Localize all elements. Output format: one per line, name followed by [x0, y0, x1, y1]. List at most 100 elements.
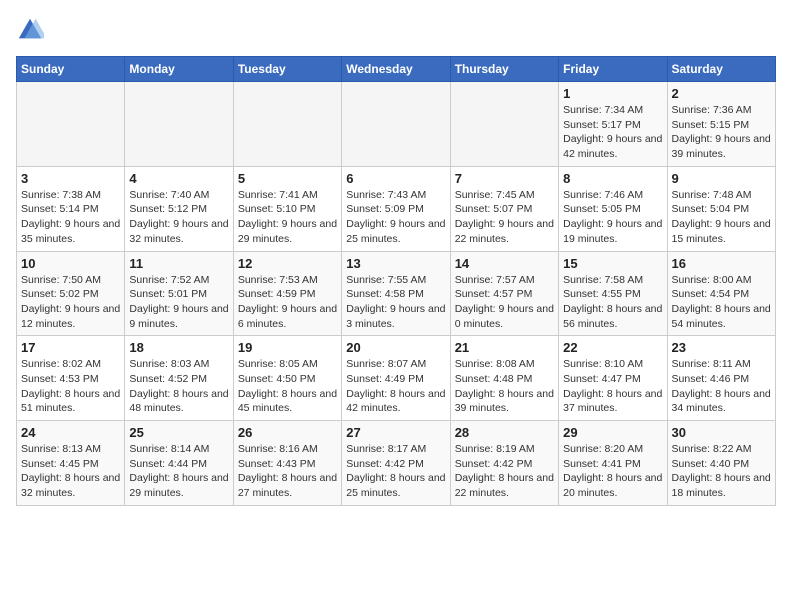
day-number: 17 — [21, 340, 120, 355]
day-number: 27 — [346, 425, 445, 440]
calendar-cell: 22 Sunrise: 8:10 AM Sunset: 4:47 PM Dayli… — [559, 336, 667, 421]
calendar-cell — [17, 82, 125, 167]
calendar-cell: 2 Sunrise: 7:36 AM Sunset: 5:15 PM Daylig… — [667, 82, 775, 167]
day-info: Sunrise: 7:38 AM Sunset: 5:14 PM Dayligh… — [21, 188, 120, 247]
day-number: 7 — [455, 171, 554, 186]
week-row-1: 1Sunrise: 7:34 AM Sunset: 5:17 PM Daylig… — [17, 82, 776, 167]
weekday-header-thursday: Thursday — [450, 57, 558, 82]
day-number: 20 — [346, 340, 445, 355]
day-number: 26 — [238, 425, 337, 440]
day-info: Sunrise: 7:55 AM Sunset: 4:58 PM Dayligh… — [346, 273, 445, 332]
calendar-cell: 29 Sunrise: 8:20 AM Sunset: 4:41 PM Dayli… — [559, 421, 667, 506]
day-info: Sunrise: 7:41 AM Sunset: 5:10 PM Dayligh… — [238, 188, 337, 247]
calendar-table: SundayMondayTuesdayWednesdayThursdayFrid… — [16, 56, 776, 506]
logo-icon — [16, 16, 44, 44]
day-info: Sunrise: 7:53 AM Sunset: 4:59 PM Dayligh… — [238, 273, 337, 332]
weekday-header-wednesday: Wednesday — [342, 57, 450, 82]
day-number: 28 — [455, 425, 554, 440]
day-info: Sunrise: 8:22 AM Sunset: 4:40 PM Dayligh… — [672, 442, 771, 501]
calendar-cell: 18 Sunrise: 8:03 AM Sunset: 4:52 PM Dayli… — [125, 336, 233, 421]
day-info: Sunrise: 7:52 AM Sunset: 5:01 PM Dayligh… — [129, 273, 228, 332]
day-number: 14 — [455, 256, 554, 271]
day-number: 21 — [455, 340, 554, 355]
day-info: Sunrise: 7:36 AM Sunset: 5:15 PM Dayligh… — [672, 103, 771, 162]
day-number: 5 — [238, 171, 337, 186]
day-info: Sunrise: 8:13 AM Sunset: 4:45 PM Dayligh… — [21, 442, 120, 501]
calendar-cell: 7 Sunrise: 7:45 AM Sunset: 5:07 PM Daylig… — [450, 166, 558, 251]
calendar-cell — [450, 82, 558, 167]
day-info: Sunrise: 7:43 AM Sunset: 5:09 PM Dayligh… — [346, 188, 445, 247]
day-info: Sunrise: 7:46 AM Sunset: 5:05 PM Dayligh… — [563, 188, 662, 247]
page-header — [16, 16, 776, 44]
weekday-header-friday: Friday — [559, 57, 667, 82]
calendar-cell: 25 Sunrise: 8:14 AM Sunset: 4:44 PM Dayli… — [125, 421, 233, 506]
calendar-cell: 14 Sunrise: 7:57 AM Sunset: 4:57 PM Dayli… — [450, 251, 558, 336]
calendar-cell: 16Sunrise: 8:00 AM Sunset: 4:54 PM Dayli… — [667, 251, 775, 336]
day-info: Sunrise: 7:34 AM Sunset: 5:17 PM Dayligh… — [563, 103, 662, 162]
day-number: 3 — [21, 171, 120, 186]
day-number: 29 — [563, 425, 662, 440]
calendar-cell: 20 Sunrise: 8:07 AM Sunset: 4:49 PM Dayli… — [342, 336, 450, 421]
calendar-cell: 19 Sunrise: 8:05 AM Sunset: 4:50 PM Dayli… — [233, 336, 341, 421]
day-number: 11 — [129, 256, 228, 271]
calendar-cell: 15 Sunrise: 7:58 AM Sunset: 4:55 PM Dayli… — [559, 251, 667, 336]
day-info: Sunrise: 8:14 AM Sunset: 4:44 PM Dayligh… — [129, 442, 228, 501]
day-number: 12 — [238, 256, 337, 271]
day-number: 10 — [21, 256, 120, 271]
day-info: Sunrise: 7:45 AM Sunset: 5:07 PM Dayligh… — [455, 188, 554, 247]
day-info: Sunrise: 8:10 AM Sunset: 4:47 PM Dayligh… — [563, 357, 662, 416]
day-number: 18 — [129, 340, 228, 355]
day-number: 8 — [563, 171, 662, 186]
calendar-cell: 9Sunrise: 7:48 AM Sunset: 5:04 PM Daylig… — [667, 166, 775, 251]
day-number: 15 — [563, 256, 662, 271]
calendar-cell: 28 Sunrise: 8:19 AM Sunset: 4:42 PM Dayli… — [450, 421, 558, 506]
day-number: 22 — [563, 340, 662, 355]
calendar-cell: 12 Sunrise: 7:53 AM Sunset: 4:59 PM Dayli… — [233, 251, 341, 336]
calendar-cell — [342, 82, 450, 167]
calendar-cell: 30 Sunrise: 8:22 AM Sunset: 4:40 PM Dayli… — [667, 421, 775, 506]
day-info: Sunrise: 8:20 AM Sunset: 4:41 PM Dayligh… — [563, 442, 662, 501]
calendar-cell: 23 Sunrise: 8:11 AM Sunset: 4:46 PM Dayli… — [667, 336, 775, 421]
calendar-cell: 3 Sunrise: 7:38 AM Sunset: 5:14 PM Daylig… — [17, 166, 125, 251]
weekday-header-tuesday: Tuesday — [233, 57, 341, 82]
calendar-cell: 13Sunrise: 7:55 AM Sunset: 4:58 PM Dayli… — [342, 251, 450, 336]
day-info: Sunrise: 7:57 AM Sunset: 4:57 PM Dayligh… — [455, 273, 554, 332]
calendar-cell — [125, 82, 233, 167]
day-info: Sunrise: 8:08 AM Sunset: 4:48 PM Dayligh… — [455, 357, 554, 416]
day-number: 6 — [346, 171, 445, 186]
calendar-cell — [233, 82, 341, 167]
week-row-3: 10Sunrise: 7:50 AM Sunset: 5:02 PM Dayli… — [17, 251, 776, 336]
calendar-cell: 24 Sunrise: 8:13 AM Sunset: 4:45 PM Dayli… — [17, 421, 125, 506]
day-info: Sunrise: 8:19 AM Sunset: 4:42 PM Dayligh… — [455, 442, 554, 501]
day-info: Sunrise: 8:05 AM Sunset: 4:50 PM Dayligh… — [238, 357, 337, 416]
calendar-cell: 8 Sunrise: 7:46 AM Sunset: 5:05 PM Daylig… — [559, 166, 667, 251]
calendar-cell: 1Sunrise: 7:34 AM Sunset: 5:17 PM Daylig… — [559, 82, 667, 167]
logo — [16, 16, 48, 44]
day-number: 23 — [672, 340, 771, 355]
weekday-header-saturday: Saturday — [667, 57, 775, 82]
day-info: Sunrise: 8:17 AM Sunset: 4:42 PM Dayligh… — [346, 442, 445, 501]
day-info: Sunrise: 8:11 AM Sunset: 4:46 PM Dayligh… — [672, 357, 771, 416]
day-number: 25 — [129, 425, 228, 440]
calendar-cell: 11 Sunrise: 7:52 AM Sunset: 5:01 PM Dayli… — [125, 251, 233, 336]
week-row-5: 24 Sunrise: 8:13 AM Sunset: 4:45 PM Dayli… — [17, 421, 776, 506]
calendar-cell: 17Sunrise: 8:02 AM Sunset: 4:53 PM Dayli… — [17, 336, 125, 421]
day-number: 9 — [672, 171, 771, 186]
day-number: 19 — [238, 340, 337, 355]
calendar-cell: 6 Sunrise: 7:43 AM Sunset: 5:09 PM Daylig… — [342, 166, 450, 251]
day-number: 30 — [672, 425, 771, 440]
calendar-cell: 10Sunrise: 7:50 AM Sunset: 5:02 PM Dayli… — [17, 251, 125, 336]
weekday-header-row: SundayMondayTuesdayWednesdayThursdayFrid… — [17, 57, 776, 82]
week-row-2: 3 Sunrise: 7:38 AM Sunset: 5:14 PM Daylig… — [17, 166, 776, 251]
day-info: Sunrise: 7:58 AM Sunset: 4:55 PM Dayligh… — [563, 273, 662, 332]
day-number: 16 — [672, 256, 771, 271]
calendar-cell: 21 Sunrise: 8:08 AM Sunset: 4:48 PM Dayli… — [450, 336, 558, 421]
day-number: 24 — [21, 425, 120, 440]
calendar-cell: 27 Sunrise: 8:17 AM Sunset: 4:42 PM Dayli… — [342, 421, 450, 506]
weekday-header-sunday: Sunday — [17, 57, 125, 82]
week-row-4: 17Sunrise: 8:02 AM Sunset: 4:53 PM Dayli… — [17, 336, 776, 421]
day-info: Sunrise: 8:07 AM Sunset: 4:49 PM Dayligh… — [346, 357, 445, 416]
day-number: 2 — [672, 86, 771, 101]
day-info: Sunrise: 8:03 AM Sunset: 4:52 PM Dayligh… — [129, 357, 228, 416]
day-info: Sunrise: 8:16 AM Sunset: 4:43 PM Dayligh… — [238, 442, 337, 501]
